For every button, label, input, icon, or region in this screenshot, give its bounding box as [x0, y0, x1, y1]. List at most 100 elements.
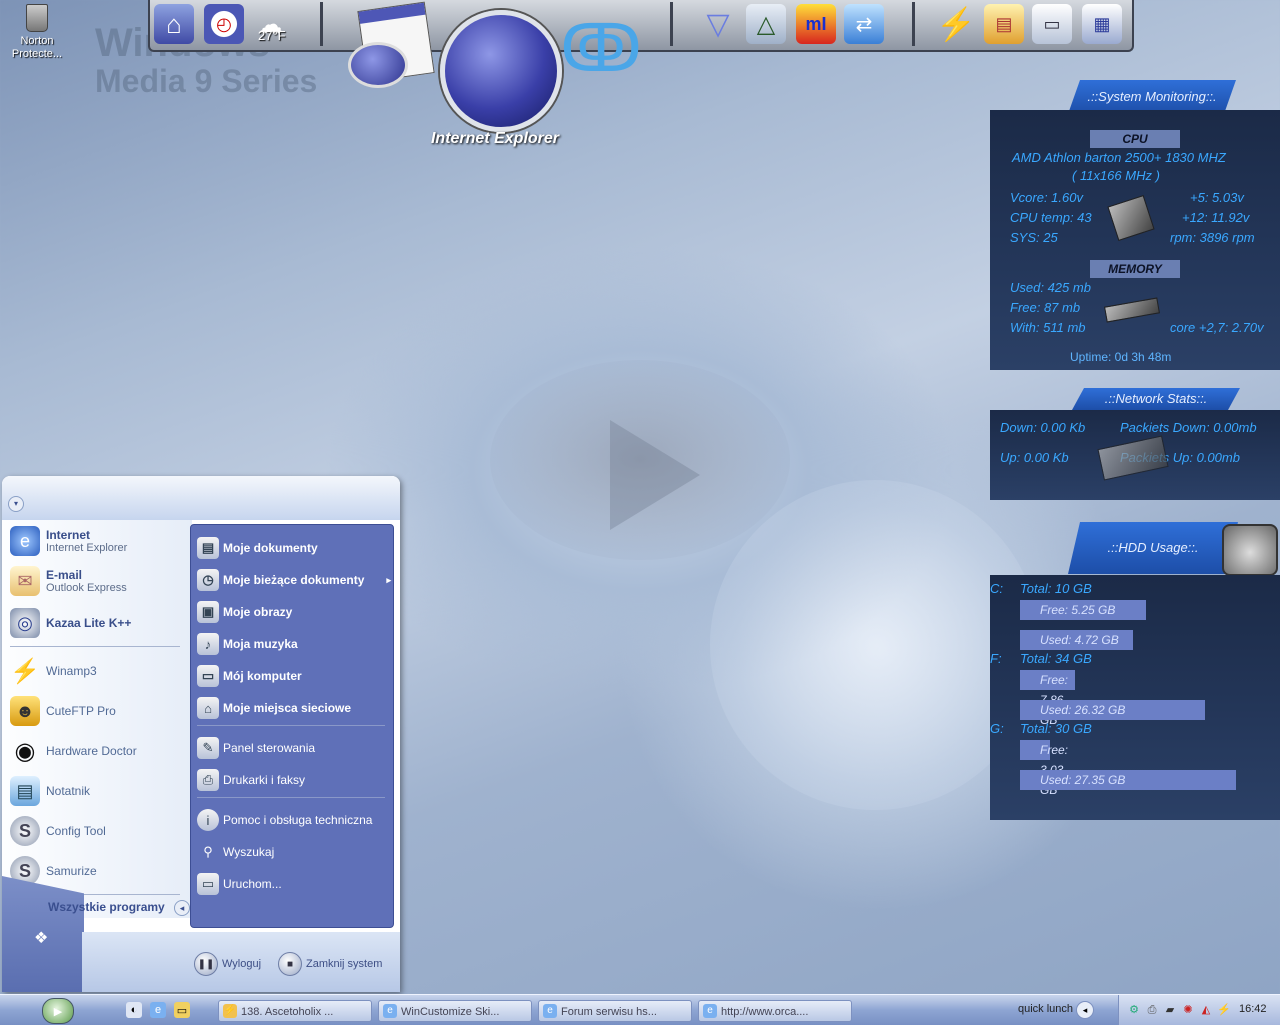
winamp-icon: ⚡ — [10, 657, 40, 685]
gpu-tray-icon[interactable]: ▰ — [1163, 1003, 1177, 1017]
pause-icon: ❚❚ — [194, 952, 218, 976]
notepad-icon: ▤ — [10, 776, 40, 806]
start-menu-places: ▤ Moje dokumenty ◷ Moje bieżące dokumenty ▸… — [190, 524, 394, 928]
place-my-computer[interactable]: ▭ Mój komputer — [197, 665, 302, 687]
recent-config-tool[interactable]: S Config Tool — [10, 816, 106, 846]
windows-logo-icon: ❖ — [34, 930, 49, 947]
place-label: Uruchom... — [223, 877, 282, 891]
recent-kazaa[interactable]: ◎ Kazaa Lite K++ — [10, 608, 131, 638]
place-my-music[interactable]: ♪ Moja muzyka — [197, 633, 298, 655]
start-button[interactable]: ▶ — [42, 998, 74, 1024]
quicklaunch-folder-icon[interactable]: ▭ — [174, 1002, 190, 1018]
start-menu-programs: e Internet Internet Explorer ✉ E-mail Outl… — [2, 520, 192, 918]
place-my-documents[interactable]: ▤ Moje dokumenty — [197, 537, 318, 559]
search-icon: ⚲ — [203, 844, 213, 859]
ie-icon: e — [10, 526, 40, 556]
clock-icon[interactable]: ◴ — [204, 4, 244, 44]
recent-cuteftp[interactable]: ☻ CuteFTP Pro — [10, 696, 116, 726]
place-recent-documents[interactable]: ◷ Moje bieżące dokumenty ▸ — [197, 569, 391, 591]
start-menu-footer: ❚❚ Wyloguj ■ Zamknij system — [82, 932, 400, 992]
recycle-bin-icon[interactable]: ▽ — [698, 4, 738, 44]
place-label: Moje bieżące dokumenty — [223, 573, 365, 587]
pinned-title: Internet — [46, 528, 91, 542]
place-help[interactable]: i Pomoc i obsługa techniczna — [197, 809, 372, 831]
messenger-icon[interactable]: ↂ — [560, 8, 642, 88]
quick-launch-toggle[interactable]: ◂ — [1076, 1001, 1094, 1019]
task-button[interactable]: e http://www.orca.... — [698, 1000, 852, 1022]
plus5-value: +5: 5.03v — [1190, 190, 1244, 205]
place-printers[interactable]: ⎙ Drukarki i faksy — [197, 769, 305, 791]
ie-icon: e — [543, 1004, 557, 1018]
cuteftp-icon: ☻ — [10, 696, 40, 726]
start-menu-header: ▾ — [2, 476, 400, 520]
cpu-temp-value: CPU temp: 43 — [1010, 210, 1092, 225]
mirc-icon[interactable]: mI — [796, 4, 836, 44]
uptime: Uptime: 0d 3h 48m — [1070, 350, 1172, 364]
winamp-tray-icon[interactable]: ⚡ — [1217, 1003, 1231, 1017]
logoff-label: Wyloguj — [222, 958, 262, 970]
place-network-places[interactable]: ⌂ Moje miejsca sieciowe — [197, 697, 351, 719]
document-icon[interactable]: ▦ — [1082, 4, 1122, 44]
place-label: Moja muzyka — [223, 637, 298, 651]
place-label: Moje obrazy — [223, 605, 293, 619]
cpu-chip-icon — [1107, 195, 1155, 241]
recent-hardware-doctor[interactable]: ◉ Hardware Doctor — [10, 736, 137, 766]
drive-letter: C: — [990, 581, 1003, 596]
pinned-title: E-mail — [46, 568, 83, 582]
taskbar: ▶ ◐ e ▭ ⚡ 138. Ascetoholix ... e WinCustom… — [0, 994, 1280, 1025]
all-programs-button[interactable]: Wszystkie programy — [48, 900, 165, 914]
home-icon[interactable]: ⌂ — [154, 4, 194, 44]
recent-documents-icon: ◷ — [197, 569, 219, 591]
task-button[interactable]: ⚡ 138. Ascetoholix ... — [218, 1000, 372, 1022]
start-menu-corner: ❖ — [2, 876, 84, 992]
drive-total: Total: 30 GB — [1020, 721, 1092, 736]
pinned-internet[interactable]: e Internet Internet Explorer — [10, 526, 127, 556]
place-label: Moje miejsca sieciowe — [223, 701, 352, 715]
printer-tray-icon[interactable]: ⎙ — [1145, 1003, 1159, 1017]
stop-icon: ■ — [278, 952, 302, 976]
hdd-usage-title: .::HDD Usage::. — [1068, 522, 1238, 574]
internet-explorer-icon[interactable] — [440, 10, 562, 132]
system-monitoring-panel: CPU AMD Athlon barton 2500+ 1830 MHZ ( 1… — [990, 110, 1280, 370]
place-control-panel[interactable]: ✎ Panel sterowania — [197, 737, 315, 759]
drive-free-bar: Free: 3.03 GB — [1020, 740, 1068, 797]
memory-total: With: 511 mb — [1010, 320, 1086, 335]
place-run[interactable]: ▭ Uruchom... — [197, 873, 282, 895]
network-tray-icon[interactable]: ⚙ — [1127, 1003, 1141, 1017]
watermark-line-2: Media 9 Series — [95, 63, 318, 99]
place-my-pictures[interactable]: ▣ Moje obrazy — [197, 601, 292, 623]
shutdown-button[interactable]: ■ Zamknij system — [278, 952, 382, 976]
pyramid-eye-icon[interactable]: △ — [746, 4, 786, 44]
task-button[interactable]: e WinCustomize Ski... — [378, 1000, 532, 1022]
eye-icon: ◉ — [14, 737, 36, 765]
winamp-icon[interactable]: ⚡ — [936, 4, 976, 44]
network-stats-title: .::Network Stats::. — [1072, 388, 1240, 410]
place-search[interactable]: ⚲ Wyszukaj — [197, 841, 274, 863]
arrow-left-icon[interactable]: ◂ — [174, 900, 190, 916]
drive-total: Total: 10 GB — [1020, 581, 1092, 596]
network-icon[interactable]: ⇄ — [844, 4, 884, 44]
folders-icon[interactable]: ▤ — [984, 4, 1024, 44]
ie-icon: e — [383, 1004, 397, 1018]
recent-notatnik[interactable]: ▤ Notatnik — [10, 776, 90, 806]
security-tray-icon[interactable]: ✺ — [1181, 1003, 1195, 1017]
pinned-email[interactable]: ✉ E-mail Outlook Express — [10, 566, 127, 596]
dock-separator — [912, 2, 915, 46]
drive-used-bar: Used: 4.72 GB — [1020, 630, 1133, 650]
drive-letter: F: — [990, 651, 1002, 666]
acrobat-tray-icon[interactable]: ◭ — [1199, 1003, 1213, 1017]
recent-label: Kazaa Lite K++ — [46, 616, 132, 630]
quicklaunch-desktop-icon[interactable]: ◐ — [126, 1002, 142, 1018]
recent-label: Notatnik — [46, 784, 91, 798]
quicklaunch-ie-icon[interactable]: e — [150, 1002, 166, 1018]
desktop-icon-norton[interactable]: Norton Protecte... — [6, 4, 68, 61]
task-button[interactable]: e Forum serwisu hs... — [538, 1000, 692, 1022]
collapse-button[interactable]: ▾ — [8, 496, 24, 512]
window-icon[interactable]: ▭ — [1032, 4, 1072, 44]
start-menu: ▾ e Internet Internet Explorer ✉ E-mail Ou… — [2, 476, 400, 992]
recent-winamp[interactable]: ⚡ Winamp3 — [10, 656, 97, 686]
globe-icon[interactable] — [348, 42, 408, 88]
logoff-button[interactable]: ❚❚ Wyloguj — [194, 952, 261, 976]
network-card-icon — [1097, 435, 1169, 481]
memory-free: Free: 87 mb — [1010, 300, 1081, 315]
